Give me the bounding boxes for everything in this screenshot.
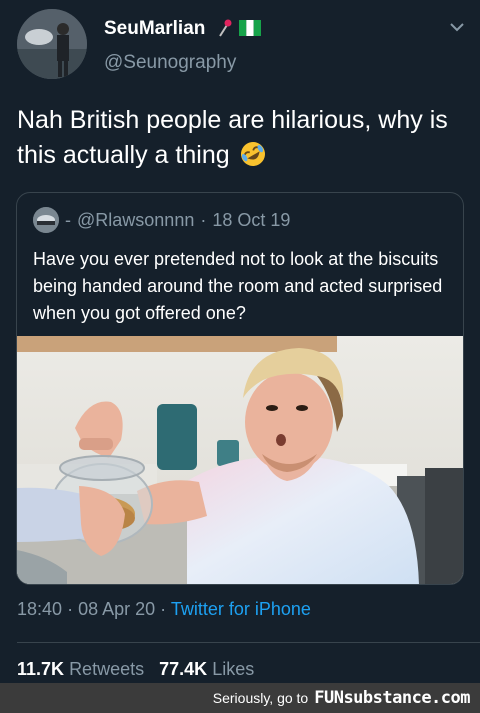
microphone-emoji-icon: [219, 19, 232, 37]
tweet-stats: 11.7K Retweets 77.4K Likes: [17, 659, 254, 680]
rolling-on-floor-laughing-emoji-icon: [240, 142, 265, 166]
likes-count: 77.4K: [159, 659, 208, 679]
watermark-bar: Seriously, go to FUNsubstance.com: [0, 683, 480, 713]
quoted-tweet-header: - @Rlawsonnnn · 18 Oct 19: [33, 207, 290, 233]
watermark-logo[interactable]: FUNsubstance.com: [314, 688, 470, 708]
tweet-source-link[interactable]: Twitter for iPhone: [171, 599, 311, 619]
meta-dot-2: ·: [160, 599, 167, 619]
author-avatar[interactable]: [17, 9, 87, 79]
tweet-date[interactable]: 08 Apr 20: [78, 599, 155, 619]
tweet-header: SeuMarlian @Seunography: [0, 0, 480, 95]
divider: [17, 642, 480, 643]
quoted-tweet-photo[interactable]: [17, 336, 463, 584]
retweets-label: Retweets: [69, 659, 145, 679]
quoted-author-handle[interactable]: @Rlawsonnnn: [77, 210, 194, 231]
meta-dot-1: ·: [67, 599, 74, 619]
retweets-stat[interactable]: 11.7K Retweets: [17, 659, 144, 679]
author-name-emojis: [217, 18, 261, 38]
tweet-time[interactable]: 18:40: [17, 599, 62, 619]
chevron-down-icon[interactable]: [448, 20, 466, 34]
quoted-date[interactable]: 18 Oct 19: [212, 210, 290, 231]
nigeria-flag-icon: [239, 20, 261, 36]
author-display-name[interactable]: SeuMarlian: [104, 18, 205, 40]
tweet-meta: 18:40 · 08 Apr 20 · Twitter for iPhone: [17, 599, 311, 620]
likes-stat[interactable]: 77.4K Likes: [159, 659, 254, 679]
tweet-text: Nah British people are hilarious, why is…: [17, 103, 467, 173]
quoted-tweet[interactable]: - @Rlawsonnnn · 18 Oct 19 Have you ever …: [16, 192, 464, 585]
quoted-author-avatar[interactable]: [33, 207, 59, 233]
tweet-body: Nah British people are hilarious, why is…: [17, 106, 448, 169]
author-handle[interactable]: @Seunography: [104, 52, 236, 74]
quoted-dot: ·: [200, 209, 207, 230]
likes-label: Likes: [212, 659, 255, 679]
quoted-separator: -: [65, 209, 71, 230]
watermark-text: Seriously, go to: [212, 690, 309, 706]
retweets-count: 11.7K: [17, 659, 65, 679]
quoted-tweet-text: Have you ever pretended not to look at t…: [33, 249, 443, 323]
